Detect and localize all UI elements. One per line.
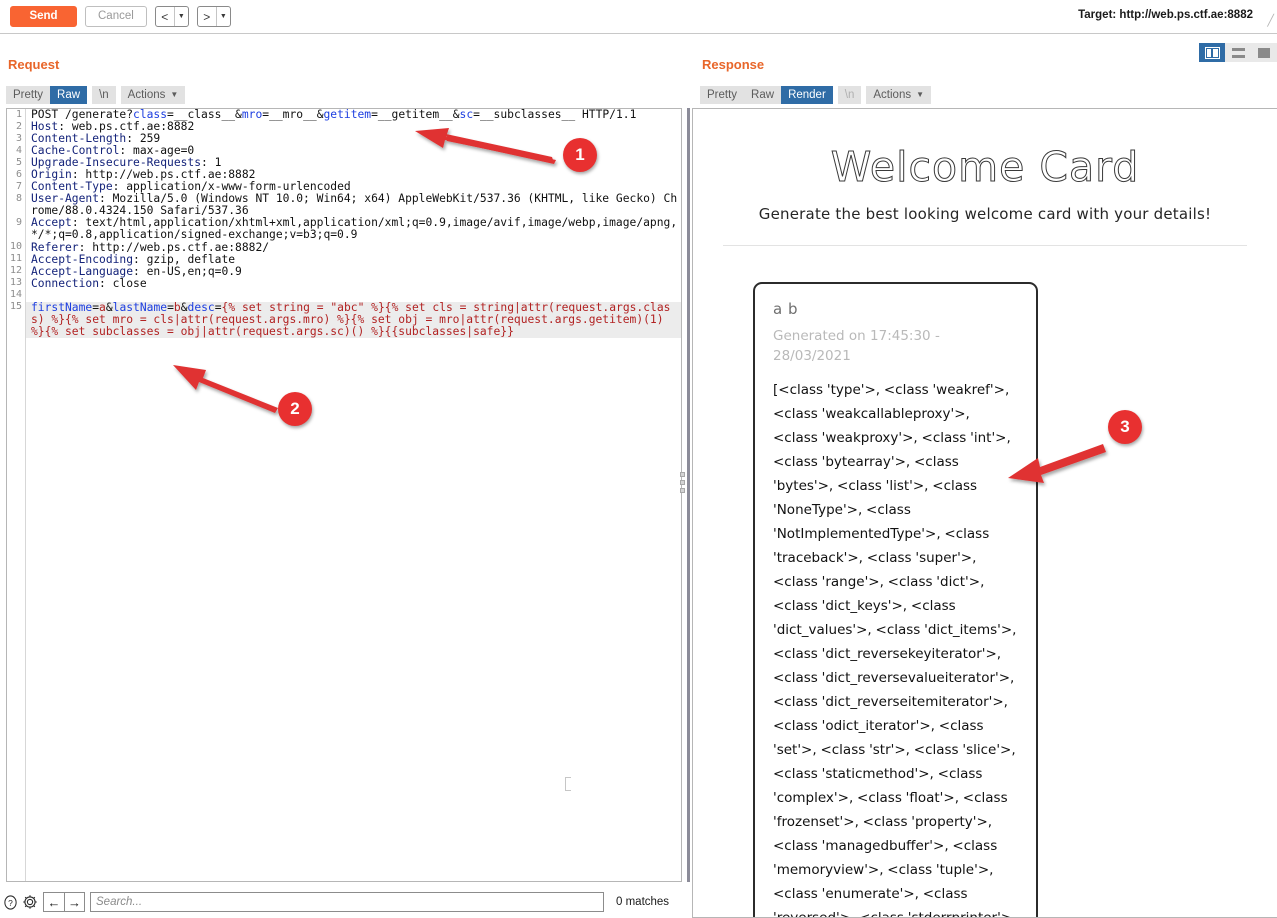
layout-toggle-single-pane[interactable] (1251, 43, 1277, 62)
layout-toggle-split-horizontal[interactable] (1225, 43, 1251, 62)
request-actions-menu[interactable]: Actions ▼ (120, 86, 186, 104)
chevron-left-icon: < (156, 7, 175, 26)
annotation-badge-2: 2 (278, 392, 312, 426)
response-tab-Raw[interactable]: Raw (744, 86, 782, 104)
response-render-pane: Welcome Card Generate the best looking w… (692, 108, 1277, 918)
response-tab-Render[interactable]: Render (781, 86, 833, 104)
layout-toggle-split-vertical[interactable] (1199, 43, 1225, 62)
annotation-badge-1: 1 (563, 138, 597, 172)
svg-text:?: ? (8, 897, 13, 907)
line-number: 4 (15, 145, 22, 156)
gear-icon-svg (23, 895, 37, 909)
request-line: Connection: close (31, 276, 147, 290)
prev-request-button[interactable]: < ▼ (154, 6, 189, 27)
response-actions-label: Actions (873, 89, 912, 101)
splitter-grip-icon[interactable] (680, 472, 685, 493)
line-number: 8 (15, 193, 22, 204)
search-input[interactable] (90, 892, 604, 912)
chevron-down-icon: ▼ (916, 90, 925, 99)
line-number: 6 (15, 169, 22, 180)
request-tab-Raw[interactable]: Raw (50, 86, 88, 104)
chevron-right-icon: > (198, 7, 217, 26)
response-actions-menu[interactable]: Actions ▼ (866, 86, 932, 104)
top-toolbar: Send Cancel < ▼ > ▼ Target: http://web.p… (0, 0, 1277, 34)
line-number: 9 (15, 217, 22, 228)
request-line-number-gutter: 1 2 3 4 5 6 7 8 9 10 11 12 13 14 15 (7, 109, 26, 881)
card-user-name: a b (773, 300, 798, 318)
line-number: 10 (9, 241, 22, 252)
line-number: 12 (9, 265, 22, 276)
send-button[interactable]: Send (10, 6, 77, 27)
card-generated-timestamp: Generated on 17:45:30 - 28/03/2021 (773, 328, 940, 364)
search-prev-button[interactable]: ← (43, 892, 64, 912)
single-pane-icon (1258, 47, 1270, 58)
burp-repeater-window: Send Cancel < ▼ > ▼ Target: http://web.p… (0, 0, 1277, 918)
layout-toggle-group (1199, 43, 1277, 62)
search-next-button[interactable]: → (64, 892, 85, 912)
request-tab-Pretty[interactable]: Pretty (6, 86, 51, 104)
line-number: 1 (15, 109, 22, 120)
line-number: 13 (9, 277, 22, 288)
line-number: 15 (9, 301, 22, 312)
request-tab-n[interactable]: \n (92, 86, 116, 104)
target-label: Target: http://web.ps.ctf.ae:8882 (1078, 9, 1253, 21)
chevron-down-icon[interactable]: ▼ (175, 7, 188, 26)
divider (723, 245, 1247, 246)
text-caret (565, 777, 571, 791)
request-line: User-Agent: Mozilla/5.0 (Windows NT 10.0… (31, 192, 678, 218)
annotation-badge-3: 3 (1108, 410, 1142, 444)
response-panel-title: Response (702, 57, 765, 72)
line-number: 14 (9, 289, 22, 300)
help-icon-svg: ? (3, 894, 17, 910)
generated-welcome-card: a b Generated on 17:45:30 - 28/03/2021 [… (753, 282, 1038, 918)
line-number: 2 (15, 121, 22, 132)
chevron-down-icon[interactable]: ▼ (217, 7, 230, 26)
page-subtitle: Generate the best looking welcome card w… (758, 205, 1212, 223)
request-line: Accept: text/html,application/xhtml+xml,… (31, 216, 678, 242)
search-match-count: 0 matches (616, 896, 670, 908)
cancel-button[interactable]: Cancel (85, 6, 147, 27)
request-tabstrip: Pretty Raw \n Actions ▼ (6, 86, 186, 104)
request-code-area[interactable]: POST /generate?class=__class__&mro=__mro… (26, 109, 681, 881)
request-editor[interactable]: 1 2 3 4 5 6 7 8 9 10 11 12 13 14 15 POST /generate?cla… (6, 108, 682, 882)
line-number: 3 (15, 133, 22, 144)
split-vertical-icon (1204, 46, 1220, 59)
chevron-down-icon: ▼ (170, 90, 179, 99)
page-title: Welcome Card (830, 143, 1140, 192)
panel-splitter[interactable] (687, 108, 690, 882)
split-horizontal-icon (1231, 47, 1245, 58)
line-number: 11 (9, 253, 22, 264)
request-line: firstName=a&lastName=b&desc={% set strin… (26, 301, 681, 338)
line-number: 5 (15, 157, 22, 168)
help-icon[interactable]: ? (0, 892, 20, 912)
next-request-button[interactable]: > ▼ (196, 6, 231, 27)
editor-bottom-toolbar: ? ← → 0 matches (0, 886, 688, 918)
response-tab-Pretty[interactable]: Pretty (700, 86, 745, 104)
request-actions-label: Actions (127, 89, 166, 101)
welcome-card-page: Welcome Card Generate the best looking w… (693, 109, 1277, 918)
response-tab-n: \n (837, 86, 862, 104)
request-panel-title: Request (8, 57, 60, 72)
resize-corner-icon: ╱ (1267, 15, 1274, 27)
line-number: 7 (15, 181, 22, 192)
card-description-output: [<class 'type'>, <class 'weakref'>, <cla… (773, 382, 1017, 918)
response-tabstrip: Pretty Raw Render \n Actions ▼ (700, 86, 932, 104)
settings-gear-icon[interactable] (20, 892, 40, 912)
